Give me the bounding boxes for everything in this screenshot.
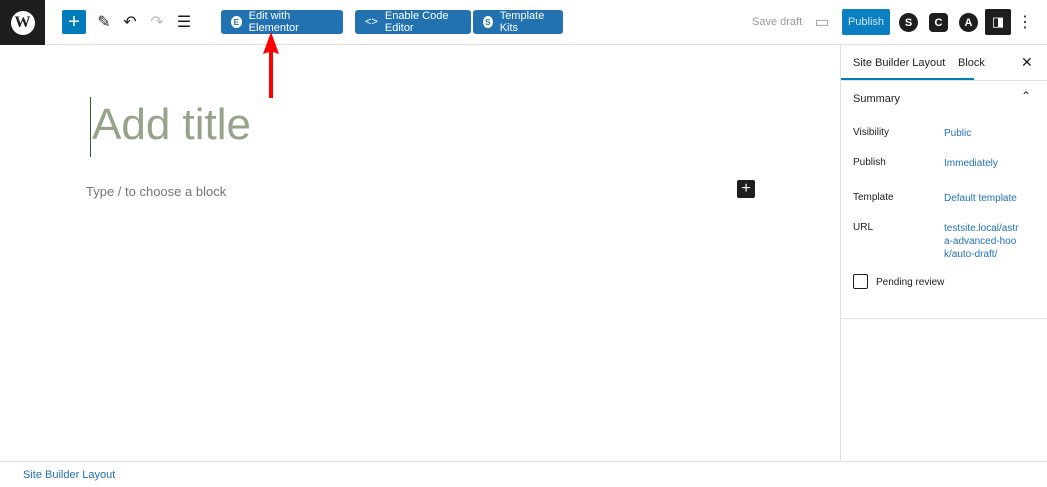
wordpress-icon: W [10,10,35,35]
add-block-button[interactable]: + [62,10,86,34]
elementor-icon: E [231,16,242,28]
starter-templates-icon: S [483,16,493,28]
spectra-icon[interactable]: S [899,13,918,32]
list-view-icon[interactable]: ☰ [176,10,192,34]
pencil-icon[interactable]: ✎ [96,10,112,34]
url-value[interactable]: testsite.local/astra-advanced-hook/auto-… [944,222,1024,261]
template-kits-button[interactable]: S Template Kits [473,10,563,34]
active-tab-indicator [841,78,974,80]
enable-code-editor-button[interactable]: <> Enable Code Editor [355,10,471,34]
visibility-label: Visibility [853,127,889,138]
title-input[interactable]: Add title [92,100,251,150]
close-icon[interactable]: ✕ [1021,54,1033,71]
footer-breadcrumb: Site Builder Layout [0,461,1047,487]
publish-label: Publish [853,157,886,168]
template-label: Template [853,192,894,203]
undo-icon[interactable]: ↶ [122,10,138,34]
url-label: URL [853,222,874,233]
divider [841,318,1047,319]
inline-add-block-button[interactable]: + [737,180,755,198]
button-label: Enable Code Editor [384,10,449,34]
more-options-icon[interactable]: ⋮ [1017,10,1033,34]
wordpress-logo-button[interactable]: W [0,0,45,45]
text-cursor [90,97,91,157]
edit-with-elementor-button[interactable]: E Edit with Elementor [221,10,343,34]
tab-block[interactable]: Block [958,57,985,69]
publish-value[interactable]: Immediately [944,157,1034,170]
save-draft-button[interactable]: Save draft [752,16,802,28]
publish-button[interactable]: Publish [842,9,890,35]
template-value[interactable]: Default template [944,192,1034,205]
pending-review-label: Pending review [876,277,945,288]
astra-icon[interactable]: A [959,13,978,32]
breadcrumb-site-builder-layout[interactable]: Site Builder Layout [23,469,115,481]
preview-icon[interactable]: ▭ [813,10,831,34]
code-icon: <> [365,16,378,28]
summary-header[interactable]: Summary [853,93,900,105]
chevron-up-icon[interactable]: ⌃ [1021,89,1031,103]
settings-sidebar: Site Builder Layout Block ✕ Summary ⌃ Vi… [840,45,1047,461]
pending-review-checkbox[interactable] [853,274,868,289]
red-arrow-annotation [263,32,279,98]
tab-site-builder-layout[interactable]: Site Builder Layout [853,57,945,69]
redo-icon[interactable]: ↷ [149,10,165,34]
button-label: Template Kits [499,10,545,34]
block-placeholder[interactable]: Type / to choose a block [86,184,226,199]
top-toolbar: W + ✎ ↶ ↷ ☰ E Edit with Elementor <> Enabl… [0,0,1047,45]
button-label: Edit with Elementor [248,10,299,34]
settings-sidebar-toggle-icon[interactable]: ◨ [985,9,1011,35]
visibility-value[interactable]: Public [944,127,1034,140]
plugin-icon[interactable]: C [929,13,948,32]
